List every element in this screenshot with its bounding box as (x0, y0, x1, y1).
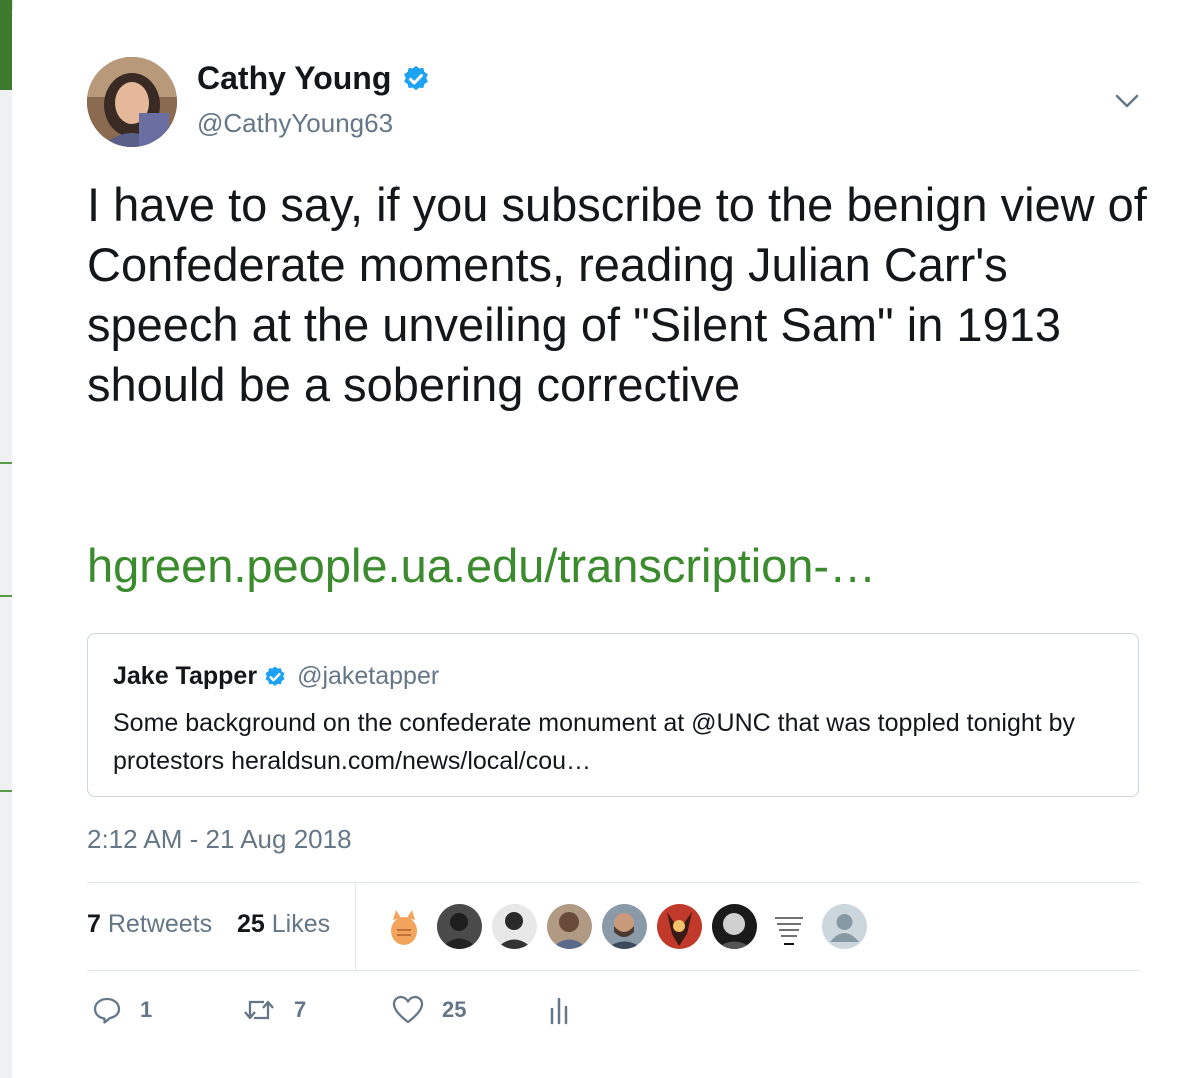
author-avatar[interactable] (87, 57, 177, 147)
quoted-author-name: Jake Tapper (113, 662, 258, 690)
verified-badge-icon (263, 665, 287, 689)
likers-avatar-list (382, 904, 867, 949)
likes-stat-count: 25 (237, 910, 265, 938)
liker-avatar[interactable] (712, 904, 757, 949)
author-name[interactable]: Cathy Young (197, 60, 391, 97)
background-header-fragment (0, 0, 12, 90)
quoted-tweet-header: Jake Tapper @jaketapper (113, 662, 439, 691)
reply-button[interactable]: 1 (92, 995, 152, 1025)
quoted-author-handle: @jaketapper (297, 662, 440, 690)
retweet-icon (242, 995, 276, 1025)
likes-stat[interactable]: 25 Likes (237, 910, 330, 939)
divider (355, 882, 356, 970)
liker-avatar[interactable] (437, 904, 482, 949)
background-divider (0, 462, 12, 464)
tweet-card: Cathy Young @CathyYoung63 I have to say,… (12, 0, 1200, 1078)
reply-count: 1 (140, 997, 153, 1022)
liker-avatar[interactable] (657, 904, 702, 949)
analytics-icon (547, 995, 571, 1025)
liker-avatar[interactable] (547, 904, 592, 949)
retweets-stat[interactable]: 7 Retweets (87, 910, 212, 939)
background-divider (0, 595, 12, 597)
liker-avatar[interactable] (767, 904, 812, 949)
chevron-down-icon[interactable] (1112, 88, 1142, 114)
divider (87, 882, 1140, 883)
likes-stat-label: Likes (271, 910, 331, 938)
verified-badge-icon (401, 64, 431, 94)
liker-avatar[interactable] (382, 904, 427, 949)
tweet-link[interactable]: hgreen.people.ua.edu/transcription-… (87, 536, 876, 596)
retweet-button[interactable]: 7 (242, 995, 306, 1025)
retweets-stat-label: Retweets (107, 910, 213, 938)
liker-avatar[interactable] (492, 904, 537, 949)
like-count: 25 (442, 997, 467, 1022)
author-name-row: Cathy Young (197, 60, 431, 97)
liker-avatar[interactable] (822, 904, 867, 949)
quoted-tweet-text: Some background on the confederate monum… (113, 709, 1076, 775)
background-divider (0, 790, 12, 792)
author-handle[interactable]: @CathyYoung63 (197, 108, 393, 139)
liker-avatar[interactable] (602, 904, 647, 949)
retweets-stat-count: 7 (87, 910, 101, 938)
analytics-button[interactable] (547, 995, 571, 1025)
divider (87, 970, 1140, 971)
retweet-count: 7 (294, 997, 307, 1022)
reply-icon (92, 995, 122, 1025)
tweet-timestamp[interactable]: 2:12 AM - 21 Aug 2018 (87, 824, 352, 855)
quoted-tweet[interactable]: Jake Tapper @jaketapper Some background … (87, 633, 1139, 797)
like-button[interactable]: 25 (392, 995, 466, 1025)
tweet-text: I have to say, if you subscribe to the b… (87, 178, 1147, 411)
heart-icon (392, 995, 424, 1025)
